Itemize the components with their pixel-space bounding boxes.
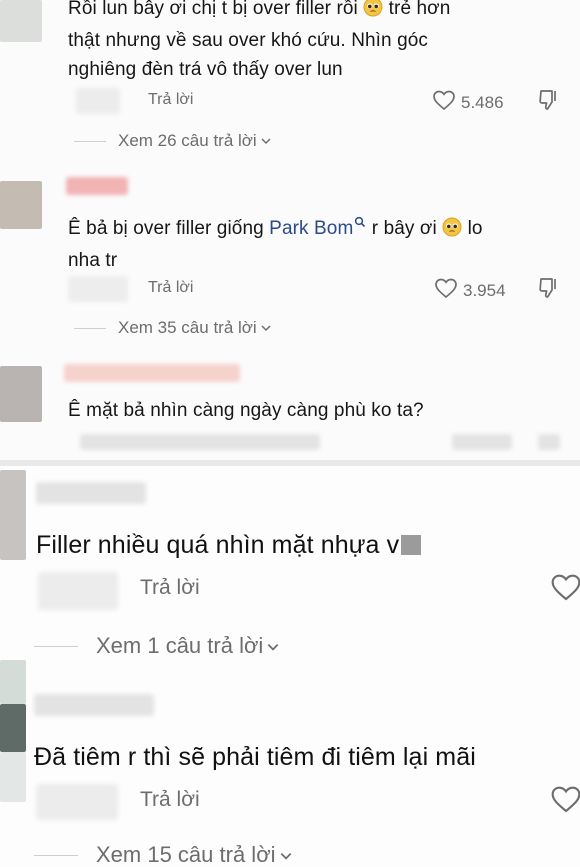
view-replies-button[interactable]: Xem 15 câu trả lời [34, 842, 293, 867]
comment-text-part: trẻ hơn [388, 0, 451, 19]
heart-icon[interactable] [434, 277, 458, 304]
chevron-down-icon [279, 842, 293, 867]
avatar-image [0, 752, 26, 802]
heart-icon[interactable] [432, 89, 456, 116]
heart-icon[interactable] [550, 572, 580, 607]
comment-thread-top: Rồi lun bây ơi chị t bị over filler rồi … [0, 0, 580, 462]
view-replies-label: Xem 35 câu trả lời [118, 318, 257, 337]
blurred-like-count [452, 434, 512, 450]
comment-text-part: Ê bả bị over filler giống [68, 218, 264, 239]
comment-text: Ê bả bị over filler giống Park Bom r bây… [68, 208, 578, 275]
comment-text-line: nghiêng đèn trá vô thấy over lun [68, 59, 343, 80]
avatar[interactable] [0, 366, 42, 422]
comment-actions: Trả lời [140, 788, 200, 812]
view-replies-button[interactable]: Xem 1 câu trả lời [34, 633, 280, 659]
comment-text: Ê mặt bả nhìn càng ngày càng phù ko ta? [68, 396, 578, 425]
avatar[interactable] [0, 0, 42, 42]
comment-actions: Trả lời [148, 91, 193, 109]
comment-text: Đã tiêm r thì sẽ phải tiêm đi tiêm lại m… [34, 741, 580, 773]
like-count-value: 5.486 [461, 92, 504, 112]
blurred-comment-actions [80, 434, 320, 450]
like-count: 3.954 [434, 277, 506, 304]
blurred-username [64, 364, 240, 382]
comment-thread-bottom: Filler nhiều quá nhìn mặt nhựa v Trả lời… [0, 466, 580, 867]
blurred-username [38, 572, 118, 610]
like-count-value: 3.954 [463, 280, 506, 300]
redaction-block [401, 535, 422, 555]
view-replies-label: Xem 15 câu trả lời [96, 842, 276, 867]
comment-actions: Trả lời [148, 279, 193, 297]
chevron-down-icon [260, 131, 272, 151]
blurred-username [68, 276, 128, 302]
blurred-username [66, 177, 128, 195]
avatar-image [0, 704, 26, 752]
blurred-dislike-icon [538, 434, 560, 450]
dislike-icon[interactable] [538, 88, 560, 117]
pleading-face-emoji [442, 217, 462, 246]
comment-text-line: Đã tiêm r thì sẽ phải tiêm đi tiêm lại m… [34, 743, 476, 771]
avatar[interactable] [0, 181, 42, 229]
comment-text-line: Filler nhiều quá nhìn mặt nhựa v [36, 531, 400, 559]
view-replies-button[interactable]: Xem 35 câu trả lời [74, 318, 272, 338]
comment-text-part: r bây ơi [371, 218, 437, 239]
comment-text-line: nha tr [68, 250, 118, 271]
mention-label: Park Bom [269, 218, 354, 239]
view-replies-label: Xem 26 câu trả lời [118, 131, 257, 150]
view-replies-label: Xem 1 câu trả lời [96, 633, 264, 658]
chevron-down-icon [266, 633, 280, 659]
comment-text-line: Ê mặt bả nhìn càng ngày càng phù ko ta? [68, 400, 424, 421]
pleading-face-emoji [363, 0, 383, 26]
blurred-username [36, 482, 146, 504]
comment-text-line: thật nhưng về sau over khó cứu. Nhìn góc [68, 30, 429, 51]
divider [74, 140, 106, 142]
comment-actions: Trả lời [140, 576, 200, 600]
blurred-username [76, 88, 120, 114]
reply-button[interactable]: Trả lời [148, 279, 193, 297]
comment-text: Rồi lun bây ơi chị t bị over filler rồi … [68, 0, 578, 84]
comment-text-part: lo [467, 218, 483, 239]
divider [34, 854, 78, 856]
comment-text-part: Rồi lun bây ơi chị t bị over filler rồi [68, 0, 358, 19]
avatar[interactable] [0, 470, 26, 560]
blurred-username [36, 784, 118, 820]
reply-button[interactable]: Trả lời [140, 788, 200, 812]
view-replies-button[interactable]: Xem 26 câu trả lời [74, 131, 272, 151]
divider [34, 645, 78, 647]
dislike-icon[interactable] [538, 276, 560, 305]
search-icon [354, 208, 366, 237]
divider [74, 327, 106, 329]
like-count: 5.486 [432, 89, 504, 116]
chevron-down-icon [260, 318, 272, 338]
reply-button[interactable]: Trả lời [148, 91, 193, 109]
reply-button[interactable]: Trả lời [140, 576, 200, 600]
avatar[interactable] [0, 660, 26, 704]
comment-text: Filler nhiều quá nhìn mặt nhựa v [36, 529, 576, 561]
heart-icon[interactable] [550, 784, 580, 819]
blurred-username [34, 694, 154, 716]
mention-link[interactable]: Park Bom [269, 216, 366, 239]
